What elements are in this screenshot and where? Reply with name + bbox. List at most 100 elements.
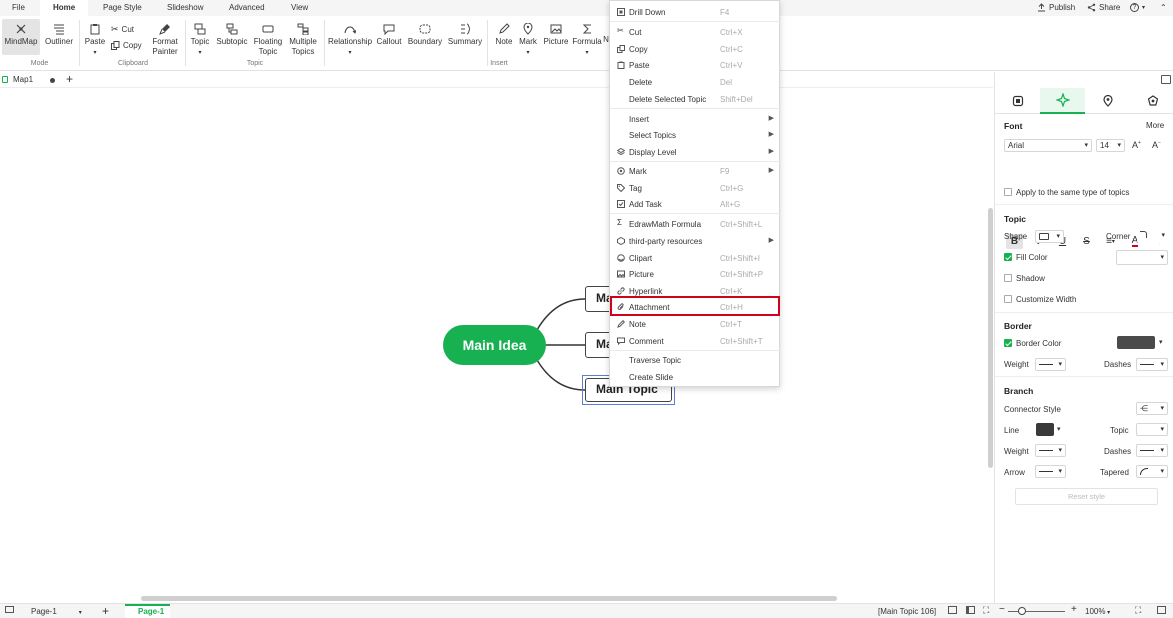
menu-divider	[610, 108, 781, 109]
chevron-down-icon[interactable]: ▾	[1057, 425, 1061, 433]
context-menu: Drill Down F4 ✂ Cut Ctrl+X Copy Ctrl+C P…	[609, 0, 781, 387]
tapered-select[interactable]: ▾	[1136, 465, 1168, 478]
menu-item-picture[interactable]: Picture Ctrl+Shift+P	[610, 266, 781, 282]
map-view-icon[interactable]	[948, 606, 957, 616]
vertical-scrollbar[interactable]	[988, 208, 993, 468]
menu-item-traverse-topic[interactable]: Traverse Topic	[610, 352, 781, 368]
page-layout-icon[interactable]	[5, 606, 14, 615]
connector-style-select[interactable]: ⋲ ▾	[1136, 402, 1168, 415]
task-icon	[617, 200, 625, 208]
fill-color-select[interactable]: ▾	[1116, 250, 1168, 265]
help-button[interactable]: ? ▾	[1130, 3, 1145, 12]
comment-icon	[617, 337, 625, 345]
menu-item-shortcut: Ctrl+Shift+L	[720, 220, 763, 229]
menu-item-clipart[interactable]: Clipart Ctrl+Shift+I	[610, 250, 781, 266]
arrow-label: Arrow	[1004, 468, 1025, 477]
border-dashes-select[interactable]: ▾	[1136, 358, 1168, 371]
apply-same-type-label: Apply to the same type of topics	[1016, 188, 1130, 197]
menu-divider	[610, 350, 781, 351]
menu-item-add-task[interactable]: Add Task Alt+G	[610, 196, 781, 212]
menu-item-shortcut: Ctrl+G	[720, 184, 744, 193]
zoom-slider[interactable]	[1008, 611, 1065, 612]
menu-item-delete-selected-topic[interactable]: Delete Selected Topic Shift+Del	[610, 91, 781, 107]
corner-select[interactable]: ▾	[1137, 230, 1168, 243]
strikethrough-button[interactable]: S	[1078, 234, 1095, 249]
apply-same-type-checkbox[interactable]: Apply to the same type of topics	[1004, 188, 1129, 197]
mark-icon	[617, 167, 625, 175]
connector-style-label: Connector Style	[1004, 405, 1061, 414]
decrease-font-icon[interactable]: A−	[1152, 140, 1161, 150]
presentation-icon[interactable]	[1157, 606, 1166, 616]
fullscreen-icon[interactable]: ⛶	[1135, 605, 1141, 616]
increase-font-icon[interactable]: A+	[1132, 140, 1141, 150]
submenu-arrow-icon: ▶	[768, 131, 774, 138]
menu-item-label: Note	[629, 320, 646, 329]
sigma-icon: Σ	[617, 218, 622, 227]
font-more-link[interactable]: More	[1146, 121, 1164, 130]
menu-item-copy[interactable]: Copy Ctrl+C	[610, 41, 781, 57]
menu-item-shortcut: Ctrl+X	[720, 28, 743, 37]
collapse-ribbon-icon[interactable]: ⌃	[1160, 3, 1167, 12]
menu-item-display-level[interactable]: Display Level ▶	[610, 144, 781, 160]
chevron-down-icon[interactable]: ▾	[1159, 338, 1163, 346]
menu-item-third-party-resources[interactable]: third-party resources ▶	[610, 233, 781, 249]
menu-item-cut[interactable]: ✂ Cut Ctrl+X	[610, 24, 781, 40]
customize-width-checkbox[interactable]: Customize Width	[1004, 295, 1076, 304]
page-select[interactable]: Page-1 ▾	[31, 607, 82, 616]
menu-item-comment[interactable]: Comment Ctrl+Shift+T	[610, 333, 781, 349]
page-tab-page-1[interactable]: Page-1	[138, 607, 164, 616]
border-weight-select[interactable]: ▾	[1035, 358, 1066, 371]
line-weight-icon	[1039, 450, 1053, 451]
chevron-down-icon: ▾	[1160, 426, 1164, 433]
zoom-level[interactable]: 100% ▾	[1085, 607, 1110, 616]
outline-view-icon[interactable]	[966, 606, 975, 616]
menu-item-mark[interactable]: Mark F9 ▶	[610, 163, 781, 179]
reset-style-button[interactable]: Reset style	[1015, 488, 1158, 505]
font-family-select[interactable]: Arial ▾	[1004, 139, 1092, 152]
tab-style[interactable]	[1040, 88, 1085, 114]
share-button[interactable]: Share	[1087, 3, 1120, 12]
customize-width-label: Customize Width	[1016, 295, 1077, 304]
branch-topic-select[interactable]: ▾	[1136, 423, 1168, 436]
menu-item-tag[interactable]: Tag Ctrl+G	[610, 180, 781, 196]
menu-item-label: Copy	[629, 45, 648, 54]
menu-item-drill-down[interactable]: Drill Down F4	[610, 4, 781, 20]
font-size-select[interactable]: 14 ▾	[1096, 139, 1125, 152]
shape-select[interactable]: ▾	[1035, 230, 1064, 243]
menu-item-delete[interactable]: Delete Del	[610, 74, 781, 90]
menu-item-label: Select Topics	[629, 131, 676, 140]
branch-line	[536, 298, 586, 331]
add-page-button[interactable]: +	[102, 604, 109, 618]
menu-item-paste[interactable]: Paste Ctrl+V	[610, 57, 781, 73]
menu-item-insert[interactable]: Insert ▶	[610, 111, 781, 127]
branch-dashes-select[interactable]: ▾	[1136, 444, 1168, 457]
horizontal-scrollbar[interactable]	[141, 596, 837, 601]
arrow-style-icon	[1039, 471, 1053, 472]
tab-marks[interactable]	[1085, 88, 1130, 114]
menu-item-note[interactable]: Note Ctrl+T	[610, 316, 781, 332]
arrow-select[interactable]: ▾	[1035, 465, 1066, 478]
branch-weight-select[interactable]: ▾	[1035, 444, 1066, 457]
tab-page-format[interactable]	[995, 88, 1040, 114]
tab-theme[interactable]	[1130, 88, 1173, 114]
zoom-in-button[interactable]: +	[1071, 604, 1077, 615]
border-weight-label: Weight	[1004, 360, 1029, 369]
panel-toggle-icon[interactable]	[1161, 75, 1171, 84]
fill-color-checkbox[interactable]: Fill Color	[1004, 253, 1048, 262]
main-idea-node[interactable]: Main Idea	[443, 325, 546, 365]
fill-color-label: Fill Color	[1016, 253, 1048, 262]
line-color-swatch[interactable]	[1036, 423, 1054, 436]
chevron-down-icon: ▾	[1160, 254, 1164, 261]
menu-item-create-slide[interactable]: Create Slide	[610, 369, 781, 385]
menu-item-label: Insert	[629, 115, 650, 124]
border-color-checkbox[interactable]: Border Color	[1004, 339, 1061, 348]
zoom-slider-handle[interactable]	[1018, 607, 1026, 615]
zoom-out-button[interactable]: −	[999, 604, 1005, 615]
menu-item-select-topics[interactable]: Select Topics ▶	[610, 127, 781, 143]
menu-item-edrawmath-formula[interactable]: Σ EdrawMath Formula Ctrl+Shift+L	[610, 216, 781, 232]
publish-button[interactable]: Publish	[1037, 3, 1075, 12]
shadow-checkbox[interactable]: Shadow	[1004, 274, 1045, 283]
menu-item-label: Hyperlink	[629, 287, 663, 296]
fit-page-icon[interactable]: ⛶	[983, 605, 989, 616]
border-color-swatch[interactable]	[1117, 336, 1155, 349]
